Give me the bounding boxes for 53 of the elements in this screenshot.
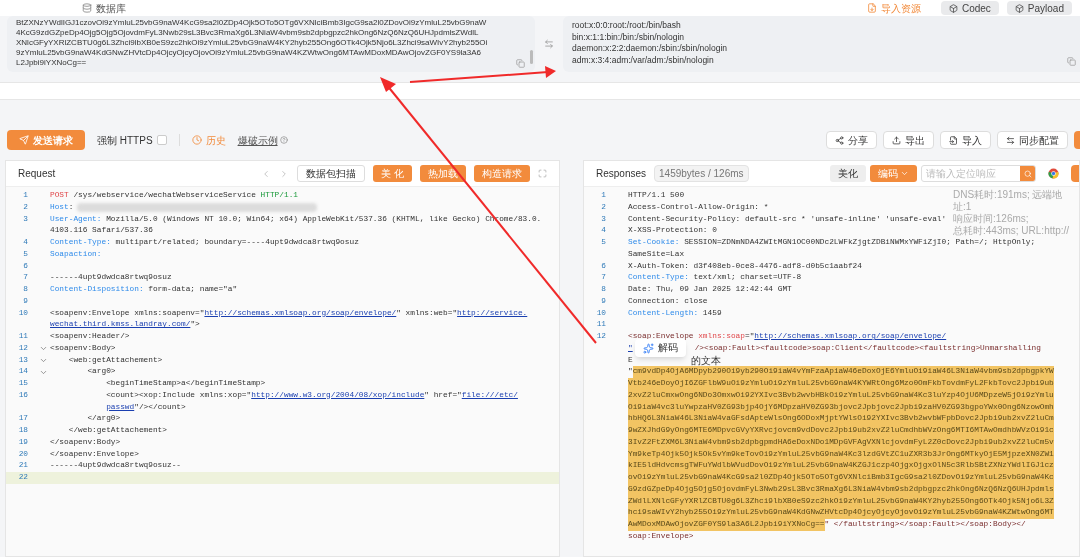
decoded-text-line: bin:x:1:1:bin:/bin:/sbin/nologin (572, 31, 685, 43)
swap-icon[interactable] (544, 39, 554, 49)
export-icon (892, 135, 901, 145)
toolbar-button[interactable]: 导入 (940, 131, 991, 149)
timing-text: 总耗时:443ms; URL:http:// (953, 225, 1071, 237)
panel-title: Responses (596, 167, 647, 181)
scrollbar[interactable] (530, 50, 533, 64)
tool-button[interactable]: Codec (940, 1, 999, 15)
encoded-text-line: XNlcGFyYXRlZCBTU0g6L3Zhci9lbXB0eS9zc2hkOi9zYmluL25vbG9naW4KY2hyb255Ong6OTk4Ojk5Njo6L3Zhci9saWIvY2hyb255Oi (16, 38, 488, 48)
import-icon (866, 3, 877, 13)
import-icon (949, 135, 958, 145)
toolbar-button[interactable]: 同步配置 (997, 131, 1068, 149)
copy-icon[interactable] (1067, 57, 1076, 66)
decoded-text-line: adm:x:3:4:adm:/var/adm:/sbin/nologin (572, 54, 715, 66)
copy-icon[interactable] (516, 59, 525, 68)
tab-label[interactable]: 数据库 (96, 0, 126, 16)
sparkle-icon (642, 342, 654, 354)
timing-text: 响应时间:126ms; (953, 213, 1030, 225)
code-text: 的文本 (690, 354, 721, 367)
encoded-text-line: BtZXNzYWdlIGJ1czovOi9zYmluL25vbG9naW4KcG9sa2l0ZDp4Ojk5OTo5OTg6VXNlciBmb3IgcG9sa2l0ZDovOi9zYmluL25vbG9naW (16, 18, 487, 28)
caret-icon (900, 169, 909, 178)
cut-off-button[interactable] (1071, 165, 1079, 182)
toolbar-button[interactable]: 导出 (883, 131, 934, 149)
checkbox-label: 强制 HTTPS (97, 133, 153, 148)
box-icon (1014, 3, 1024, 13)
help-icon[interactable] (279, 136, 288, 144)
response-stats: 1459bytes / 126ms (654, 165, 749, 182)
decoded-text-panel[interactable]: root:x:0:0:root:/root:/bin/bash bin:x:1:1:bin:/bin:/sbin/nologin daemon:x:2:2:daemon:/sbin:/sbin/nologin adm:x:3:4:adm:/var/adm:/sbin/nologin (563, 16, 1080, 72)
timing-text: DNS耗时:191ms; 远端地址:1 (953, 189, 1064, 213)
database-icon (82, 3, 92, 13)
toolbar-button[interactable]: 分享 (826, 131, 877, 149)
box-icon (948, 3, 958, 13)
scan-button[interactable]: 数据包扫描 (297, 165, 366, 182)
encoded-text-line: L2Jpbi9iYXNoCg== (16, 58, 87, 68)
encoded-text-panel[interactable] (7, 16, 535, 72)
decoded-text-line: root:x:0:0:root:/root:/bin/bash (572, 20, 682, 32)
beautify-button[interactable]: 美化 (830, 165, 866, 182)
browser-icon[interactable] (1048, 168, 1059, 179)
decode-popup[interactable]: 解码 (634, 339, 686, 357)
share-icon (835, 135, 844, 145)
checkbox[interactable] (156, 135, 167, 145)
clock-icon (191, 135, 202, 145)
decoded-text-line: daemon:x:2:2:daemon:/sbin:/sbin/nologin (572, 43, 728, 55)
tool-button[interactable]: Payload (1006, 1, 1072, 15)
cut-off-button[interactable] (1074, 131, 1080, 149)
sync-icon (1006, 135, 1015, 145)
example-link[interactable]: 爆破示例 (237, 132, 278, 148)
fullscreen-icon[interactable] (538, 169, 547, 178)
send-icon (19, 135, 29, 145)
encoded-text-line: 4KcG9zdGZpeDp4Ojg5Ojg5OjovdmFyL3Nwb29sL3Bvc3RmaXg6L3NiaW4vbm9sb2dpbgpzc2hkOng6NzQ6NzQ6UHJpdmlsZWdlL (16, 28, 479, 38)
search-icon[interactable] (1023, 169, 1032, 178)
encoded-text-line: 9zYmluL25vbG9naW4KdGNwZHVtcDp4OjcyOjcyOjovOi9zYmluL25vbG9naW4KZWtwOng6MTAwMDoxMDAwOjovZGF0YS9la3A6 (16, 48, 482, 58)
panel-title: Request (18, 167, 56, 181)
